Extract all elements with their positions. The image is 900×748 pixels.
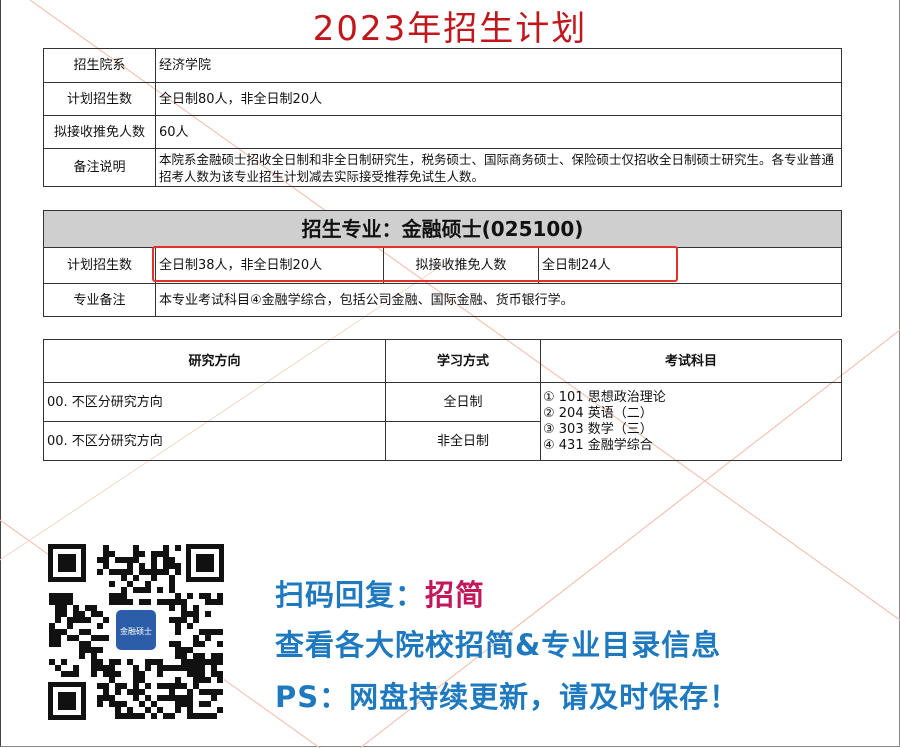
promo-keyword: 招简	[425, 578, 486, 612]
subject-item: ③ 303 数学（三）	[543, 421, 653, 437]
table-row: 拟接收推免人数 60人	[43, 115, 842, 149]
info-value: 经济学院	[155, 48, 842, 83]
info-value: 本院系金融硕士招收全日制和非全日制研究生，税务硕士、国际商务硕士、保险硕士仅招收…	[155, 148, 842, 187]
column-header: 考试科目	[540, 339, 842, 383]
info-value: 全日制80人，非全日制20人	[155, 82, 842, 116]
table-header-row: 研究方向 学习方式 考试科目	[43, 339, 842, 383]
table-row: 备注说明 本院系金融硕士招收全日制和非全日制研究生，税务硕士、国际商务硕士、保险…	[43, 148, 842, 187]
info-value: 60人	[155, 115, 842, 149]
note-label: 专业备注	[43, 283, 156, 317]
major-table: 招生专业：金融硕士(025100) 计划招生数 全日制38人，非全日制20人 拟…	[42, 210, 843, 317]
note-value: 本专业考试科目④金融学综合，包括公司金融、国际金融、货币银行学。	[154, 283, 843, 317]
mode-cell: 非全日制	[385, 421, 541, 461]
promo-prefix: 扫码回复：	[275, 578, 426, 612]
exempt-value: 全日制24人	[537, 247, 843, 284]
subject-item: ② 204 英语（二）	[543, 405, 653, 421]
promo-line-1: 扫码回复：招简	[275, 577, 485, 613]
major-header: 招生专业：金融硕士(025100)	[42, 210, 843, 248]
table-row: 计划招生数 全日制80人，非全日制20人	[43, 82, 842, 116]
subjects-cell: ① 101 思想政治理论 ② 204 英语（二） ③ 303 数学（三） ④ 4…	[540, 382, 842, 461]
qr-code[interactable]: 金融硕士	[48, 544, 224, 720]
info-label: 招生院系	[43, 48, 156, 83]
college-info-table: 招生院系 经济学院 计划招生数 全日制80人，非全日制20人 拟接收推免人数 6…	[43, 48, 842, 187]
direction-cell: 00. 不区分研究方向	[43, 421, 386, 461]
info-label: 计划招生数	[43, 82, 156, 116]
table-row: 招生院系 经济学院	[43, 48, 842, 83]
plan-value: 全日制38人，非全日制20人	[155, 247, 384, 284]
promo-line-2: 查看各大院校招简&专业目录信息	[275, 628, 722, 662]
table-row: 00. 不区分研究方向 全日制 ① 101 思想政治理论 ② 204 英语（二）…	[43, 382, 842, 461]
direction-cell: 00. 不区分研究方向	[43, 382, 386, 422]
table-row: 专业备注 本专业考试科目④金融学综合，包括公司金融、国际金融、货币银行学。	[43, 283, 843, 317]
directions-table: 研究方向 学习方式 考试科目 00. 不区分研究方向 全日制 ① 101 思想政…	[43, 339, 842, 461]
table-row: 计划招生数 全日制38人，非全日制20人 拟接收推免人数 全日制24人	[43, 247, 843, 284]
info-label: 备注说明	[43, 148, 156, 187]
subject-item: ④ 431 金融学综合	[543, 437, 653, 453]
exempt-label: 拟接收推免人数	[383, 247, 539, 284]
info-label: 拟接收推免人数	[43, 115, 156, 149]
column-header: 学习方式	[385, 339, 541, 383]
mode-cell: 全日制	[385, 382, 541, 422]
plan-label: 计划招生数	[43, 247, 156, 284]
promo-line-3: PS：网盘持续更新，请及时保存！	[275, 680, 740, 714]
page-title: 2023年招生计划	[312, 9, 588, 49]
subject-item: ① 101 思想政治理论	[543, 389, 666, 405]
column-header: 研究方向	[43, 339, 386, 383]
major-header-row: 招生专业：金融硕士(025100)	[42, 210, 843, 248]
qr-badge-label: 金融硕士	[120, 626, 152, 636]
